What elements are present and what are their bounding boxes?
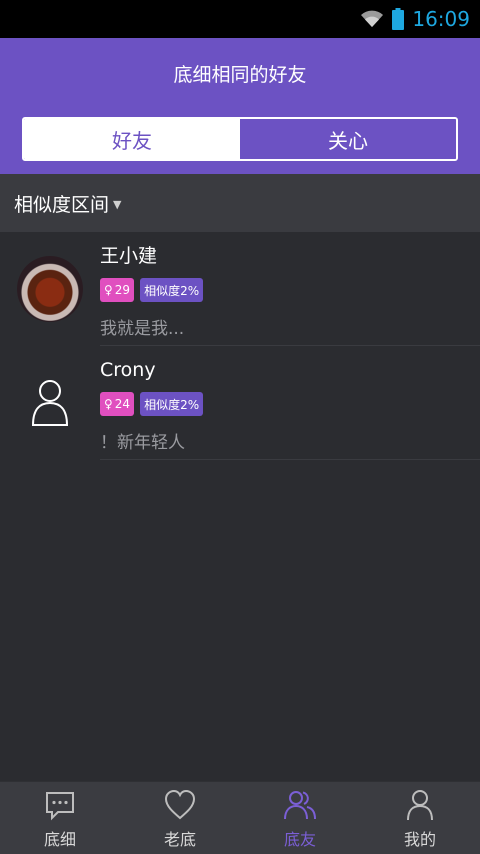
app-header: 底细相同的好友 好友 关心	[0, 38, 480, 174]
age-value: 24	[114, 397, 131, 411]
friend-name: Crony	[100, 359, 156, 381]
tab-dixi[interactable]: 底细	[0, 782, 120, 854]
tab-label: 我的	[403, 830, 436, 849]
caret-down-icon: ▼	[113, 197, 122, 211]
clock-time: 16:09	[412, 7, 470, 31]
tab-follow[interactable]: 关心	[240, 119, 456, 159]
heart-icon	[164, 789, 196, 820]
tab-friends[interactable]: 好友	[24, 119, 240, 159]
age-badge: ♀ 29	[100, 278, 135, 302]
tab-label: 老底	[163, 830, 196, 849]
friends-icon	[284, 791, 316, 820]
segmented-control: 好友 关心	[22, 117, 458, 161]
chat-bubble-icon	[46, 792, 74, 821]
divider	[100, 459, 480, 460]
status-bar: 16:09	[0, 0, 480, 38]
tab-label: 底细	[43, 830, 76, 849]
similarity-badge: 相似度2%	[140, 278, 204, 302]
bottom-tab-bar: 底细 老底 底友 我的	[0, 781, 480, 854]
tab-mine[interactable]: 我的	[360, 782, 480, 854]
default-person-icon[interactable]	[30, 379, 70, 427]
tab-label: 底友	[283, 830, 316, 849]
female-icon: ♀	[104, 397, 113, 411]
person-icon	[407, 790, 433, 821]
page-title: 底细相同的好友	[173, 64, 307, 86]
list-item[interactable]: Crony ♀ 24 相似度2% ！新年轻人	[0, 346, 480, 460]
age-value: 29	[114, 283, 131, 297]
similarity-filter-dropdown[interactable]: 相似度区间 ▼	[0, 174, 480, 232]
similarity-badge: 相似度2%	[140, 392, 204, 416]
friend-name: 王小建	[100, 245, 158, 267]
friend-list: 王小建 ♀ 29 相似度2% 我就是我... Crony ♀ 24 相似度2% …	[0, 232, 480, 460]
filter-label: 相似度区间	[14, 193, 110, 216]
female-icon: ♀	[104, 283, 113, 297]
signature-text: 我就是我...	[100, 319, 185, 339]
tab-diyou[interactable]: 底友	[240, 782, 360, 854]
tab-laodi[interactable]: 老底	[120, 782, 240, 854]
list-item[interactable]: 王小建 ♀ 29 相似度2% 我就是我...	[0, 232, 480, 346]
signature-text: ！新年轻人	[100, 433, 185, 453]
battery-icon	[392, 8, 405, 30]
avatar[interactable]	[17, 256, 83, 322]
wifi-icon	[360, 9, 384, 29]
age-badge: ♀ 24	[100, 392, 135, 416]
